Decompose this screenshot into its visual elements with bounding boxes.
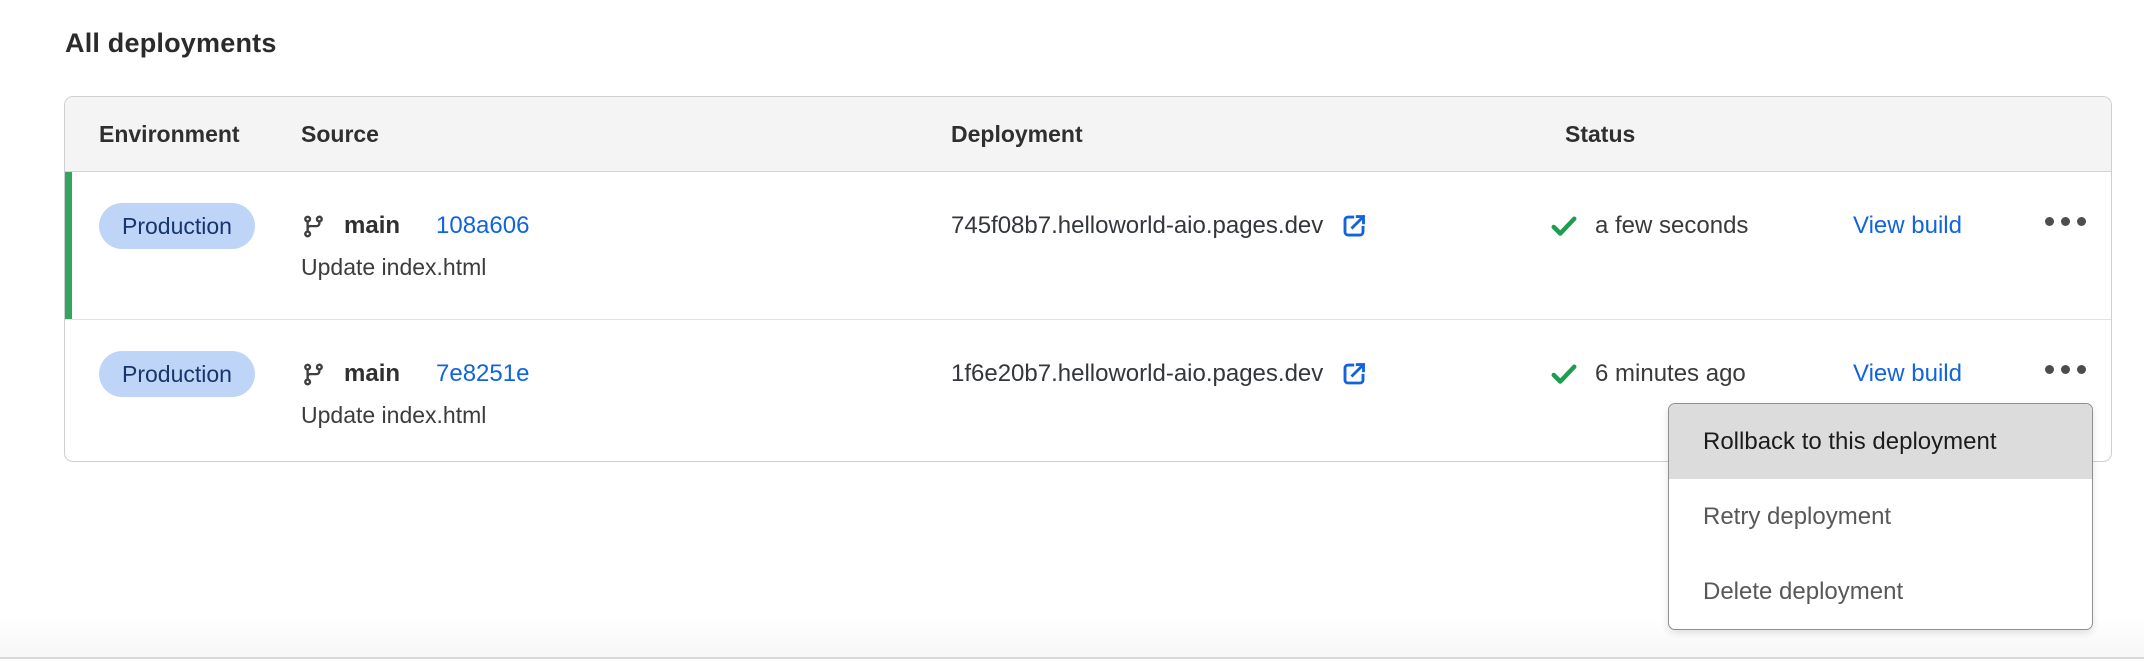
environment-badge: Production	[99, 351, 255, 397]
git-branch-icon	[301, 362, 326, 387]
menu-item-rollback[interactable]: Rollback to this deployment	[1669, 404, 2092, 479]
column-header-deployment: Deployment	[951, 97, 1549, 172]
table-header-row: Environment Source Deployment Status	[65, 97, 2111, 172]
ellipsis-icon	[2045, 217, 2054, 226]
deployment-url: 1f6e20b7.helloworld-aio.pages.dev	[951, 360, 1323, 388]
page-bottom-divider	[0, 657, 2144, 659]
environment-badge: Production	[99, 203, 255, 249]
page-title: All deployments	[65, 28, 277, 59]
external-link-icon[interactable]	[1339, 211, 1369, 241]
column-header-environment: Environment	[65, 97, 301, 172]
row-menu-button[interactable]	[2039, 203, 2092, 240]
menu-item-retry[interactable]: Retry deployment	[1669, 479, 2092, 554]
check-icon	[1549, 359, 1579, 389]
column-header-source: Source	[301, 97, 951, 172]
status-text: a few seconds	[1595, 212, 1748, 240]
view-build-link[interactable]: View build	[1853, 203, 1962, 249]
table-row: Production main 108a606 Update index.htm…	[65, 172, 2111, 320]
check-icon	[1549, 211, 1579, 241]
active-deployment-indicator	[65, 172, 72, 319]
commit-message: Update index.html	[301, 251, 951, 283]
deployment-context-menu: Rollback to this deployment Retry deploy…	[1668, 403, 2093, 630]
commit-link[interactable]: 7e8251e	[436, 360, 529, 388]
ellipsis-icon	[2045, 365, 2054, 374]
commit-message: Update index.html	[301, 399, 951, 431]
deployment-url: 745f08b7.helloworld-aio.pages.dev	[951, 212, 1323, 240]
git-branch-icon	[301, 214, 326, 239]
branch-name: main	[344, 212, 400, 240]
row-menu-button[interactable]	[2039, 351, 2092, 388]
external-link-icon[interactable]	[1339, 359, 1369, 389]
branch-name: main	[344, 360, 400, 388]
column-header-status: Status	[1549, 97, 1853, 172]
menu-item-delete[interactable]: Delete deployment	[1669, 554, 2092, 629]
view-build-link[interactable]: View build	[1853, 351, 1962, 397]
status-text: 6 minutes ago	[1595, 360, 1746, 388]
commit-link[interactable]: 108a606	[436, 212, 529, 240]
deployments-page: All deployments Environment Source Deplo…	[0, 0, 2144, 662]
